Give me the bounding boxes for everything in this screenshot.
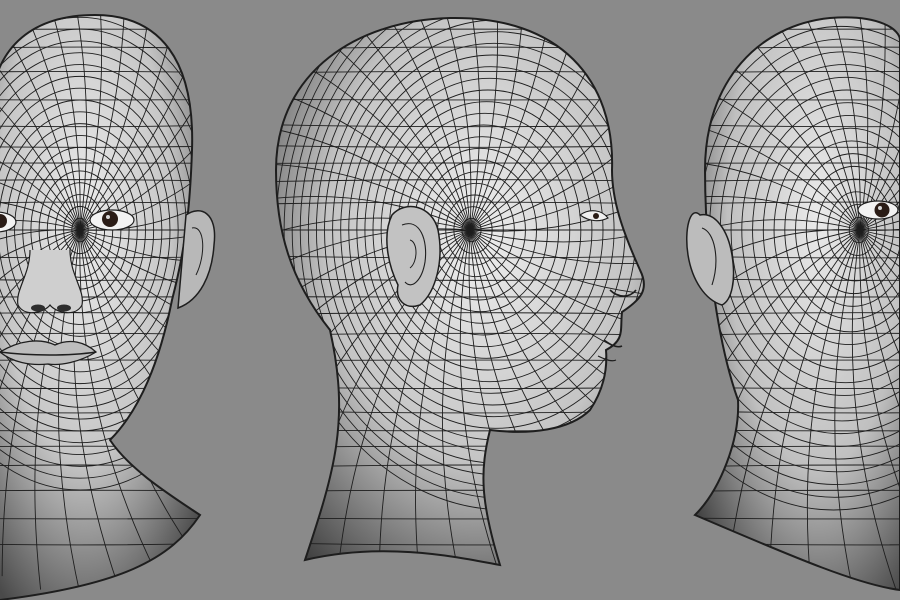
render-viewport <box>0 0 900 600</box>
wireframe-heads-render <box>0 0 900 600</box>
iris <box>102 211 118 227</box>
iris <box>874 202 890 218</box>
